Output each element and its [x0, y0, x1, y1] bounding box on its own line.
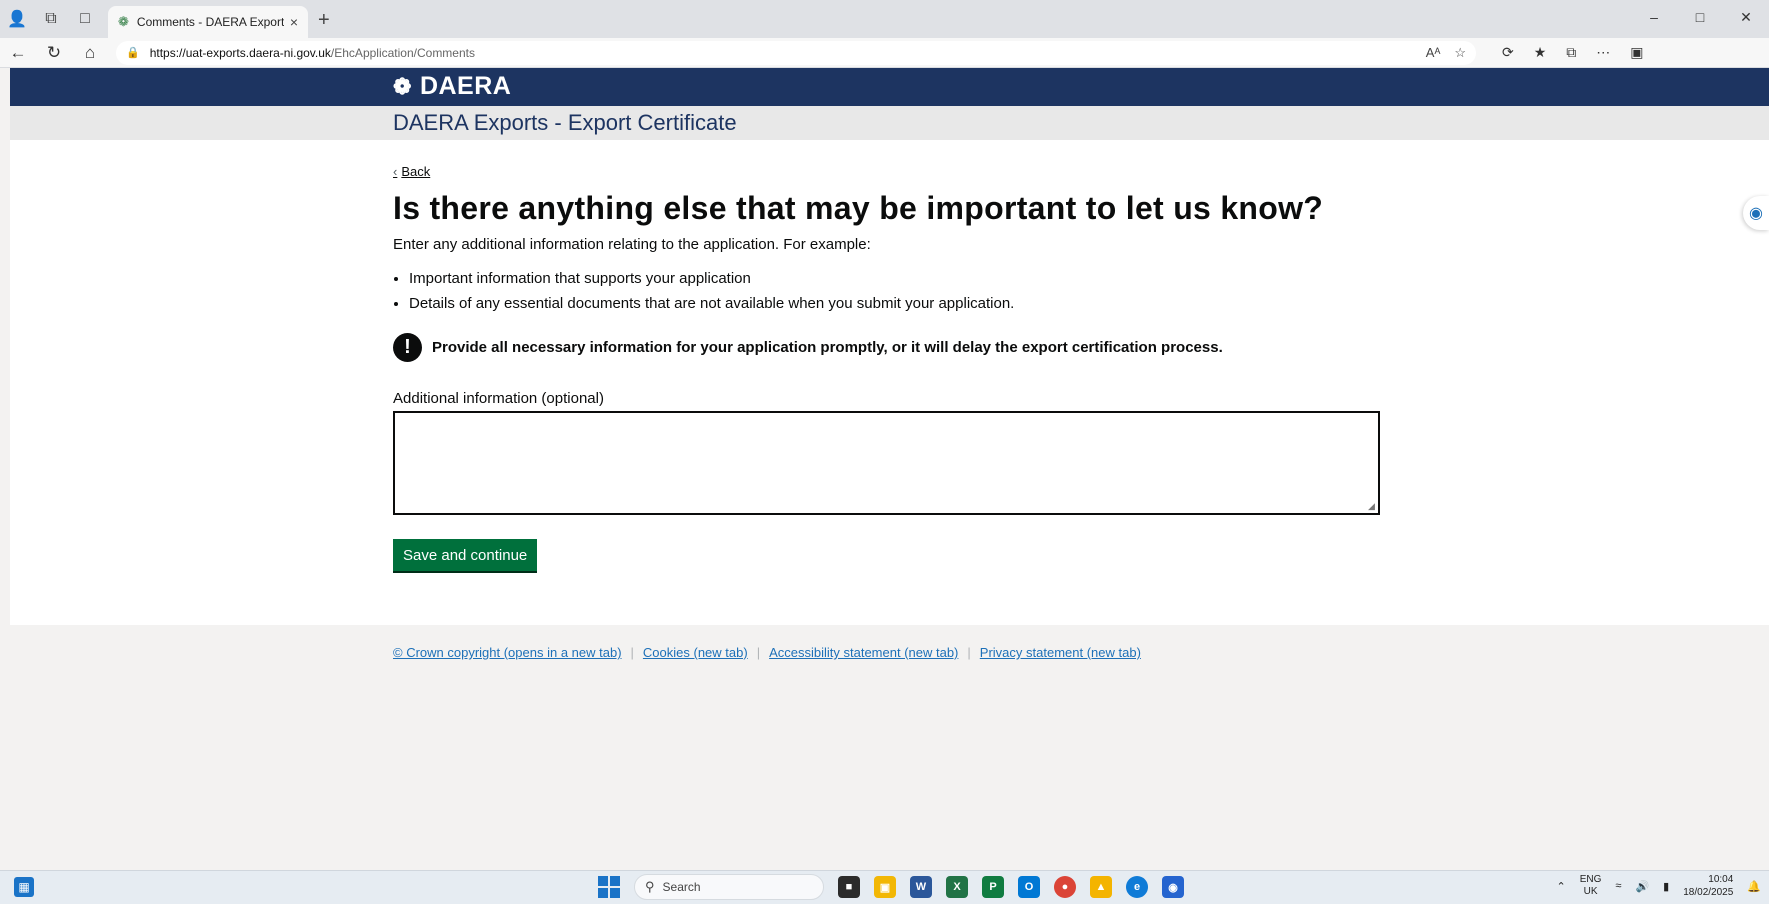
footer-link-cookies[interactable]: Cookies (new tab)	[643, 645, 748, 660]
footer-separator: |	[756, 645, 761, 660]
chevron-left-icon: ‹	[393, 164, 398, 179]
read-aloud-icon[interactable]: Aᴬ	[1426, 45, 1441, 61]
footer-link-copyright[interactable]: © Crown copyright (opens in a new tab)	[393, 645, 622, 660]
additional-info-label: Additional information (optional)	[393, 390, 604, 407]
word-icon[interactable]: W	[910, 876, 932, 898]
sidebar-toggle-icon[interactable]: ▣	[1630, 44, 1643, 61]
url-host: https://uat-exports.daera-ni.gov.uk	[149, 45, 331, 60]
browser-address-bar: ← ↻ ⌂ 🔒 https://uat-exports.daera-ni.gov…	[0, 38, 1769, 68]
example-list: Important information that supports your…	[393, 270, 1014, 320]
workspaces-icon[interactable]: ⧉	[34, 2, 68, 36]
taskbar-search-label: Search	[662, 880, 701, 894]
service-bar: DAERA Exports - Export Certificate	[10, 106, 1769, 140]
language-code: ENG	[1579, 874, 1602, 885]
site-info-icon[interactable]: 🔒	[126, 46, 140, 59]
site-header: ❁ DAERA	[10, 68, 1769, 106]
back-link[interactable]: ‹ Back	[393, 164, 430, 179]
more-options-icon[interactable]: ⋯	[1596, 44, 1610, 61]
clock-date: 18/02/2025	[1683, 887, 1734, 898]
url-input[interactable]: 🔒 https://uat-exports.daera-ni.gov.uk/Eh…	[116, 40, 1476, 65]
photos-icon[interactable]: ▲	[1090, 876, 1112, 898]
tab-title: Comments - DAERA Exports	[136, 15, 284, 29]
project-icon[interactable]: P	[982, 876, 1004, 898]
daera-favicon-icon: ❁	[118, 14, 129, 29]
clock-time: 10:04	[1708, 874, 1734, 885]
list-item: Details of any essential documents that …	[409, 295, 1014, 312]
new-tab-icon[interactable]: +	[318, 9, 330, 32]
save-and-continue-button[interactable]: Save and continue	[393, 539, 538, 571]
back-link-label: Back	[401, 164, 431, 179]
show-hidden-icons-icon[interactable]: ⌃	[1557, 880, 1566, 893]
warning-icon: !	[393, 333, 422, 362]
logo-text: DAERA	[419, 72, 512, 100]
resize-handle-icon[interactable]: ◢	[1368, 502, 1376, 511]
home-icon[interactable]: ⌂	[72, 43, 108, 63]
daera-logo[interactable]: ❁ DAERA	[393, 72, 511, 101]
favorite-star-icon[interactable]: ☆	[1454, 45, 1466, 61]
close-window-icon[interactable]: ✕	[1723, 0, 1769, 34]
footer-link-accessibility[interactable]: Accessibility statement (new tab)	[769, 645, 958, 660]
profile-icon[interactable]: 👤	[0, 2, 34, 36]
clock[interactable]: 10:04 18/02/2025	[1683, 873, 1733, 899]
task-view-icon[interactable]: ■	[838, 876, 860, 898]
os-taskbar: ▦ ⚲ Search ■ ▣ W X P O ● ▲ e ◉ ⌃ ENG UK …	[0, 870, 1769, 904]
start-menu-icon[interactable]	[598, 876, 620, 898]
teams-icon[interactable]: ◉	[1162, 876, 1184, 898]
footer-separator: |	[630, 645, 634, 660]
lead-paragraph: Enter any additional information relatin…	[393, 236, 871, 253]
outlook-icon[interactable]: O	[1018, 876, 1040, 898]
restore-icon[interactable]: □	[1677, 0, 1723, 34]
chrome-icon[interactable]: ●	[1054, 876, 1076, 898]
volume-icon[interactable]: 🔊	[1635, 880, 1649, 893]
footer-link-privacy[interactable]: Privacy statement (new tab)	[980, 645, 1141, 660]
language-indicator[interactable]: ENG UK	[1580, 874, 1602, 898]
tab-actions-icon[interactable]: □	[68, 2, 102, 36]
footer-links: © Crown copyright (opens in a new tab) |…	[393, 645, 1141, 660]
widgets-icon[interactable]: ▦	[14, 877, 34, 897]
page-title: Is there anything else that may be impor…	[393, 190, 1324, 226]
browser-tab-bar: 👤 ⧉ □ ❁ Comments - DAERA Exports × + – □…	[0, 0, 1769, 38]
browser-toolbar: ⟳ ★ ⧉ ⋯ ▣	[1502, 44, 1644, 61]
window-controls: – □ ✕	[1631, 0, 1769, 34]
refresh-icon[interactable]: ↻	[36, 43, 72, 63]
search-icon: ⚲	[645, 879, 655, 894]
daera-crest-icon: ❁	[393, 73, 412, 99]
main-content: ‹ Back Is there anything else that may b…	[10, 140, 1769, 625]
list-item: Important information that supports your…	[409, 270, 1014, 287]
site-footer: © Crown copyright (opens in a new tab) |…	[10, 625, 1769, 870]
close-tab-icon[interactable]: ×	[290, 14, 298, 30]
warning-text: ! Provide all necessary information for …	[393, 333, 1223, 362]
notification-bell-icon[interactable]: 🔔	[1747, 880, 1761, 893]
back-arrow-icon[interactable]: ←	[0, 43, 36, 63]
footer-separator: |	[967, 645, 971, 660]
warning-message: Provide all necessary information for yo…	[432, 339, 1223, 356]
edge-icon[interactable]: e	[1126, 876, 1148, 898]
language-region: UK	[1583, 886, 1598, 897]
service-name: DAERA Exports - Export Certificate	[393, 110, 737, 135]
additional-info-textarea[interactable]	[393, 411, 1380, 515]
battery-icon[interactable]: ▮	[1663, 880, 1669, 893]
url-path: /EhcApplication/Comments	[330, 45, 475, 60]
excel-icon[interactable]: X	[946, 876, 968, 898]
minimize-icon[interactable]: –	[1631, 0, 1677, 34]
tab-comments[interactable]: ❁ Comments - DAERA Exports ×	[108, 6, 308, 38]
collections-icon[interactable]: ⧉	[1566, 44, 1576, 61]
system-tray: ⌃ ENG UK ≈ 🔊 ▮ 10:04 18/02/2025 🔔	[1557, 873, 1761, 899]
taskbar-apps: ⚲ Search ■ ▣ W X P O ● ▲ e ◉	[598, 874, 1184, 900]
refresh-extension-icon[interactable]: ⟳	[1502, 44, 1514, 61]
taskbar-search-input[interactable]: ⚲ Search	[634, 874, 824, 900]
copilot-sidebar-icon[interactable]: ◉	[1743, 196, 1769, 230]
wifi-icon[interactable]: ≈	[1615, 880, 1621, 892]
file-explorer-icon[interactable]: ▣	[874, 876, 896, 898]
favorites-icon[interactable]: ★	[1534, 44, 1547, 61]
